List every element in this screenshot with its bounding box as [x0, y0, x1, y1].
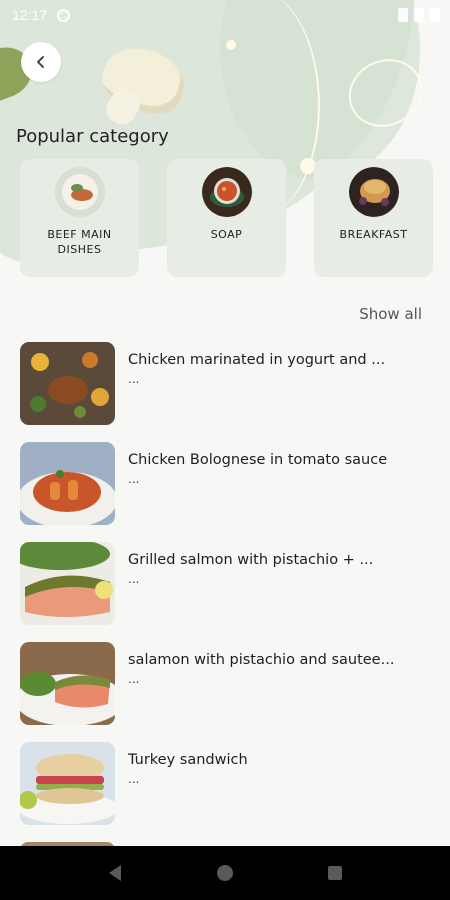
category-label: BREAKFAST	[339, 228, 408, 241]
category-label: SOAP	[210, 228, 243, 241]
recipe-title: salamon with pistachio and sautee...	[128, 652, 395, 668]
show-all-link[interactable]: Show all	[359, 305, 422, 323]
recipe-item[interactable]: Chicken marinated in yogurt and ... ...	[20, 342, 430, 442]
recipe-text: salamon with pistachio and sautee... ...	[128, 642, 428, 742]
category-card-breakfast[interactable]: BREAKFAST	[314, 159, 433, 277]
status-time: 12:17	[12, 7, 48, 23]
recipe-thumbnail	[20, 342, 115, 425]
recipe-subtitle: ...	[128, 572, 140, 586]
category-card-beef[interactable]: BEEF MAIN DISHES	[20, 159, 139, 277]
recipe-text: Turkey sandwich ...	[128, 742, 428, 842]
soup-bowl-image	[201, 167, 252, 217]
section-title: Popular category	[16, 126, 169, 147]
breakfast-bun-image	[348, 167, 399, 217]
nav-recents-button[interactable]	[320, 858, 350, 888]
recipe-thumbnail	[20, 742, 115, 825]
triangle-back-icon	[109, 865, 121, 881]
recipe-list: Chicken marinated in yogurt and ... ... …	[20, 342, 430, 850]
nav-home-button[interactable]	[210, 858, 240, 888]
beef-dish-image	[54, 167, 105, 217]
decorative-dot	[226, 40, 236, 50]
recipe-title: Turkey sandwich	[128, 752, 248, 768]
square-recents-icon	[328, 866, 342, 880]
signal-icon	[414, 8, 424, 22]
recipe-text: Grilled salmon with pistachio + ... ...	[128, 542, 428, 642]
recipe-title: Chicken Bolognese in tomato sauce	[128, 452, 388, 468]
system-nav-bar	[0, 846, 450, 900]
chevron-left-icon	[37, 56, 44, 68]
recipe-subtitle: ...	[128, 672, 140, 686]
battery-icon	[430, 8, 440, 22]
recipe-item[interactable]: salamon with pistachio and sautee... ...	[20, 642, 430, 742]
category-label: BEEF MAIN DISHES	[47, 228, 112, 256]
circle-home-icon	[217, 865, 233, 881]
category-list: BEEF MAIN DISHES SOAP BREAKFAST	[20, 159, 433, 277]
notification-icon: C	[57, 8, 71, 22]
recipe-text: Chicken marinated in yogurt and ... ...	[128, 342, 428, 442]
recipe-thumbnail	[20, 642, 115, 725]
recipe-title: Grilled salmon with pistachio + ...	[128, 552, 374, 568]
recipe-subtitle: ...	[128, 772, 140, 786]
recipe-subtitle: ...	[128, 472, 140, 486]
recipe-item[interactable]: Grilled salmon with pistachio + ... ...	[20, 542, 430, 642]
recipe-item[interactable]: Chicken Bolognese in tomato sauce ...	[20, 442, 430, 542]
category-card-soap[interactable]: SOAP	[167, 159, 286, 277]
recipe-thumbnail	[20, 542, 115, 625]
recipe-text: Chicken Bolognese in tomato sauce ...	[128, 442, 428, 542]
recipe-title: Chicken marinated in yogurt and ...	[128, 352, 386, 368]
wifi-icon	[398, 8, 408, 22]
status-indicators	[398, 8, 440, 22]
status-bar: 12:17 C	[0, 0, 450, 30]
nav-back-button[interactable]	[100, 858, 130, 888]
recipe-thumbnail	[20, 442, 115, 525]
recipe-item[interactable]: Turkey sandwich ...	[20, 742, 430, 842]
recipe-subtitle: ...	[128, 372, 140, 386]
back-button[interactable]	[21, 42, 61, 82]
